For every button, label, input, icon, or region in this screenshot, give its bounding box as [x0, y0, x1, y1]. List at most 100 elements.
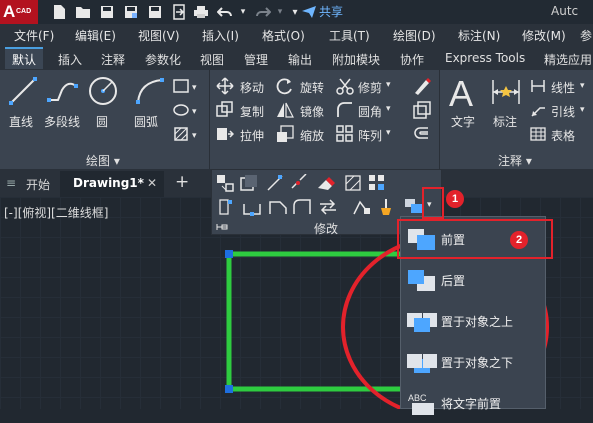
polyline-tool-label[interactable]: 多段线 [44, 113, 80, 130]
menu-item-send-to-back[interactable]: 后置 [401, 260, 545, 300]
circle-tool-label[interactable]: 圆 [96, 113, 108, 130]
new-file-icon[interactable] [50, 3, 68, 21]
chamfer-icon[interactable] [268, 198, 288, 219]
grip-top-left[interactable] [225, 250, 233, 258]
circle-tool-icon[interactable] [88, 76, 120, 111]
fillet-icon[interactable] [336, 101, 354, 122]
new-tab-icon[interactable]: + [175, 172, 189, 192]
save-as-icon[interactable] [122, 3, 140, 21]
tab-express-tools[interactable]: Express Tools [445, 51, 525, 65]
arc-tool-icon[interactable] [134, 76, 166, 109]
text-tool-icon[interactable]: A [448, 73, 478, 114]
open-folder-icon[interactable] [74, 3, 92, 21]
leader-icon[interactable] [530, 102, 546, 121]
rotate-icon[interactable] [276, 77, 294, 98]
line-tool-label[interactable]: 直线 [9, 113, 33, 130]
file-tab-menu-icon[interactable]: ≡ [6, 176, 16, 190]
mirror-icon[interactable] [276, 101, 294, 122]
leader-dropdown-icon[interactable]: ▾ [580, 105, 585, 115]
draw-order-icon[interactable] [404, 197, 424, 218]
menu-file[interactable]: 文件(F) [14, 27, 54, 44]
lengthen-icon[interactable] [266, 174, 284, 195]
explode-icon[interactable] [412, 100, 432, 123]
green-rectangle[interactable] [226, 251, 412, 392]
undo-icon[interactable] [216, 3, 234, 21]
mirror-label[interactable]: 镜像 [300, 103, 324, 120]
tab-featured-apps[interactable]: 精选应用 [544, 51, 592, 68]
tab-collaborate[interactable]: 协作 [400, 51, 424, 68]
array-label[interactable]: 阵列 [358, 127, 382, 144]
menu-item-send-under-objects[interactable]: 置于对象之下 [401, 342, 545, 382]
leader-label[interactable]: 引线 [551, 103, 575, 120]
hatch-tool-icon[interactable]: ▾ [172, 124, 200, 147]
scale-label[interactable]: 缩放 [300, 127, 324, 144]
move-icon[interactable] [216, 77, 234, 98]
draw-panel-title[interactable]: 绘图 ▾ [86, 152, 120, 169]
tab-parametric[interactable]: 参数化 [145, 51, 181, 68]
array-icon[interactable] [336, 125, 354, 146]
offset-icon[interactable] [412, 124, 432, 147]
grip-bottom-left[interactable] [225, 385, 233, 393]
table-label[interactable]: 表格 [551, 127, 575, 144]
trim-hatch-icon[interactable] [344, 174, 362, 195]
array-dropdown-icon[interactable]: ▾ [386, 128, 391, 138]
menu-item-bring-text-to-front[interactable]: ABC 将文字前置 [401, 383, 545, 423]
arc-tool-label[interactable]: 圆弧 [134, 113, 158, 130]
break-icon[interactable] [290, 173, 308, 195]
table-icon[interactable] [530, 126, 546, 145]
menu-draw[interactable]: 绘图(D) [393, 27, 436, 44]
brush-icon[interactable] [378, 198, 394, 219]
reverse-icon[interactable] [318, 198, 338, 219]
ellipse-tool-icon[interactable]: ▾ [172, 100, 200, 123]
copy-label[interactable]: 复制 [240, 103, 264, 120]
linear-dropdown-icon[interactable]: ▾ [580, 81, 585, 91]
line-tool-icon[interactable] [8, 76, 38, 109]
scale-icon[interactable] [276, 125, 294, 146]
fillet-label[interactable]: 圆角 [358, 103, 382, 120]
tab-output[interactable]: 输出 [288, 51, 312, 68]
break-at-point-icon[interactable] [216, 198, 234, 219]
redo-icon[interactable] [254, 3, 272, 21]
menu-insert[interactable]: 插入(I) [202, 27, 239, 44]
save-icon[interactable] [98, 3, 116, 21]
linear-label[interactable]: 线性 [551, 79, 575, 96]
copy-properties-icon[interactable] [240, 174, 258, 195]
tab-view[interactable]: 视图 [200, 51, 224, 68]
edit-polyline-icon[interactable] [352, 198, 372, 219]
blend-icon[interactable] [292, 198, 312, 219]
trim-icon[interactable] [336, 77, 354, 98]
stretch-icon[interactable] [216, 125, 235, 146]
match-properties-icon[interactable] [216, 174, 234, 195]
undo-dropdown-icon[interactable]: ▾ [234, 3, 252, 21]
menu-view[interactable]: 视图(V) [138, 27, 180, 44]
rectangle-tool-icon[interactable]: ▾ [172, 76, 200, 99]
trim-label[interactable]: 修剪 [358, 79, 382, 96]
move-label[interactable]: 移动 [240, 79, 264, 96]
close-tab-icon[interactable]: ✕ [147, 176, 157, 190]
annotation-panel-title[interactable]: 注释 ▾ [498, 152, 532, 169]
copy-icon[interactable] [216, 101, 234, 122]
tab-start[interactable]: 开始 [26, 176, 50, 193]
erase-small-icon[interactable] [316, 174, 336, 195]
menu-item-bring-above-objects[interactable]: 置于对象之上 [401, 301, 545, 341]
polyline-tool-icon[interactable] [46, 76, 82, 109]
dimension-tool-label[interactable]: 标注 [493, 113, 517, 130]
menu-dimension[interactable]: 标注(N) [458, 27, 500, 44]
linear-dim-icon[interactable] [530, 78, 546, 97]
dimension-tool-icon[interactable] [490, 76, 522, 111]
tab-insert[interactable]: 插入 [58, 51, 82, 68]
trim-dropdown-icon[interactable]: ▾ [386, 80, 391, 90]
tab-annotate[interactable]: 注释 [101, 51, 125, 68]
join-icon[interactable] [242, 198, 262, 219]
tab-default[interactable]: 默认 [12, 51, 36, 68]
print-icon[interactable] [192, 3, 210, 21]
menu-modify[interactable]: 修改(M) [522, 27, 566, 44]
rotate-label[interactable]: 旋转 [300, 79, 324, 96]
text-tool-label[interactable]: 文字 [451, 113, 475, 130]
tab-manage[interactable]: 管理 [244, 51, 268, 68]
tab-addins[interactable]: 附加模块 [332, 51, 380, 68]
erase-icon[interactable] [412, 76, 432, 99]
import-icon[interactable] [170, 3, 188, 21]
menu-tools[interactable]: 工具(T) [329, 27, 370, 44]
fillet-dropdown-icon[interactable]: ▾ [386, 104, 391, 114]
